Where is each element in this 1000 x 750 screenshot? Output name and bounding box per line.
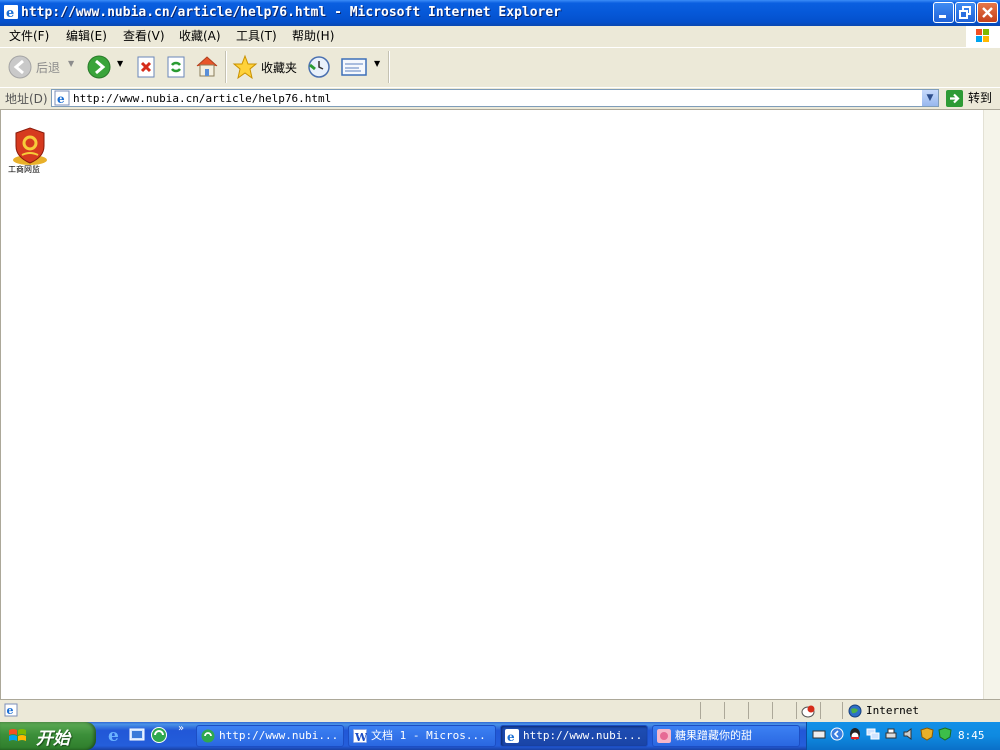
address-dropdown-icon[interactable]: ▼ bbox=[922, 90, 938, 106]
status-separator bbox=[700, 702, 701, 719]
music-player-icon bbox=[657, 729, 671, 743]
back-icon bbox=[8, 55, 32, 79]
status-separator bbox=[820, 702, 821, 719]
taskbar-item-ie-1[interactable]: http://www.nubi... bbox=[196, 725, 344, 747]
home-icon bbox=[196, 56, 218, 77]
address-label: 地址(D) bbox=[5, 92, 48, 106]
forward-button[interactable]: ▼ bbox=[86, 47, 126, 87]
ie-page-icon: e bbox=[54, 90, 70, 106]
volume-icon[interactable] bbox=[902, 727, 916, 741]
status-separator bbox=[796, 702, 797, 719]
tray-expand-icon[interactable] bbox=[830, 727, 844, 741]
mail-icon bbox=[341, 58, 367, 76]
svg-text:e: e bbox=[6, 6, 14, 20]
page-content bbox=[0, 110, 983, 699]
status-separator bbox=[772, 702, 773, 719]
green-browser-icon bbox=[201, 729, 215, 743]
home-button[interactable] bbox=[194, 47, 220, 87]
menu-favorites[interactable]: 收藏(A) bbox=[179, 26, 221, 47]
svg-text:e: e bbox=[7, 704, 14, 717]
history-icon bbox=[308, 56, 330, 78]
history-button[interactable] bbox=[306, 47, 332, 87]
close-button[interactable] bbox=[977, 2, 998, 23]
taskbar-item-label: 糖果蹭藏你的甜 bbox=[675, 729, 752, 742]
taskbar-item-label: http://www.nubi... bbox=[523, 729, 643, 742]
menu-edit[interactable]: 编辑(E) bbox=[66, 26, 107, 47]
vertical-scrollbar[interactable] bbox=[983, 110, 1000, 699]
status-separator bbox=[842, 702, 843, 719]
stop-icon bbox=[137, 56, 155, 78]
quicklaunch-ie-icon[interactable]: e bbox=[106, 726, 124, 744]
minimize-icon bbox=[939, 15, 946, 18]
windows-flag-icon bbox=[9, 729, 26, 741]
internet-globe-icon bbox=[848, 704, 862, 718]
word-doc-icon: W bbox=[353, 729, 367, 743]
back-label: 后退 bbox=[36, 61, 61, 75]
badge-caption: 工商网监 bbox=[8, 165, 40, 174]
favorites-star-icon bbox=[232, 54, 258, 80]
refresh-icon bbox=[167, 56, 185, 78]
address-url[interactable]: http://www.nubia.cn/article/help76.html bbox=[73, 91, 331, 106]
security-zone-label: Internet bbox=[866, 704, 919, 717]
qq-icon[interactable] bbox=[848, 727, 862, 741]
ie-icon: e bbox=[505, 729, 519, 743]
svg-text:e: e bbox=[507, 730, 515, 743]
menu-help[interactable]: 帮助(H) bbox=[292, 26, 334, 47]
go-arrow-icon bbox=[946, 90, 963, 107]
favorites-button[interactable]: 收藏夹 bbox=[231, 47, 301, 87]
favorites-label: 收藏夹 bbox=[261, 61, 298, 75]
popup-blocker-icon[interactable] bbox=[800, 703, 816, 718]
back-dropdown-icon[interactable]: ▼ bbox=[68, 59, 74, 68]
taskbar-item-music[interactable]: 糖果蹭藏你的甜 bbox=[652, 725, 800, 747]
go-label[interactable]: 转到 bbox=[968, 90, 992, 106]
quicklaunch-desktop-icon[interactable] bbox=[128, 726, 146, 744]
taskbar-item-word[interactable]: W 文档 1 - Micros... bbox=[348, 725, 496, 747]
taskbar-item-label: 文档 1 - Micros... bbox=[371, 729, 486, 742]
printer-icon[interactable] bbox=[884, 727, 898, 741]
status-separator bbox=[724, 702, 725, 719]
mail-button[interactable]: ▼ bbox=[340, 47, 384, 87]
network-icon[interactable] bbox=[866, 727, 880, 741]
restore-button[interactable] bbox=[955, 2, 976, 23]
business-supervision-badge-icon[interactable] bbox=[10, 126, 50, 166]
windows-flag-icon bbox=[976, 29, 989, 42]
clock[interactable]: 8:45 bbox=[958, 729, 985, 742]
quicklaunch-expand-icon[interactable]: » bbox=[178, 723, 184, 734]
taskbar-item-ie-active[interactable]: e http://www.nubi... bbox=[500, 725, 648, 747]
keyboard-icon[interactable] bbox=[812, 727, 826, 741]
back-button[interactable]: 后退 ▼ bbox=[6, 47, 81, 87]
restore-icon bbox=[959, 6, 971, 19]
refresh-button[interactable] bbox=[164, 47, 188, 87]
quicklaunch-browser-icon[interactable] bbox=[150, 726, 168, 744]
address-input[interactable]: e http://www.nubia.cn/article/help76.htm… bbox=[51, 89, 939, 107]
menu-file[interactable]: 文件(F) bbox=[9, 26, 49, 47]
close-icon bbox=[982, 7, 993, 18]
minimize-button[interactable] bbox=[933, 2, 954, 23]
ie-icon: e bbox=[4, 5, 18, 20]
status-separator bbox=[748, 702, 749, 719]
stop-button[interactable] bbox=[134, 47, 158, 87]
svg-text:e: e bbox=[57, 92, 65, 106]
page-status-icon: e bbox=[4, 703, 18, 717]
menu-view[interactable]: 查看(V) bbox=[123, 26, 165, 47]
svg-text:W: W bbox=[354, 731, 367, 743]
mail-dropdown-icon[interactable]: ▼ bbox=[374, 59, 380, 68]
forward-dropdown-icon[interactable]: ▼ bbox=[117, 59, 123, 68]
toolbar-separator bbox=[388, 51, 390, 83]
toolbar-separator bbox=[225, 51, 227, 83]
antivirus-icon[interactable] bbox=[920, 727, 934, 741]
windows-logo bbox=[966, 26, 1000, 47]
svg-text:e: e bbox=[108, 726, 119, 744]
security-shield-icon[interactable] bbox=[938, 727, 952, 741]
forward-icon bbox=[87, 55, 111, 79]
menu-tools[interactable]: 工具(T) bbox=[236, 26, 277, 47]
window-title: http://www.nubia.cn/article/help76.html … bbox=[21, 5, 562, 20]
start-label[interactable]: 开始 bbox=[36, 724, 70, 749]
taskbar-item-label: http://www.nubi... bbox=[219, 729, 339, 742]
